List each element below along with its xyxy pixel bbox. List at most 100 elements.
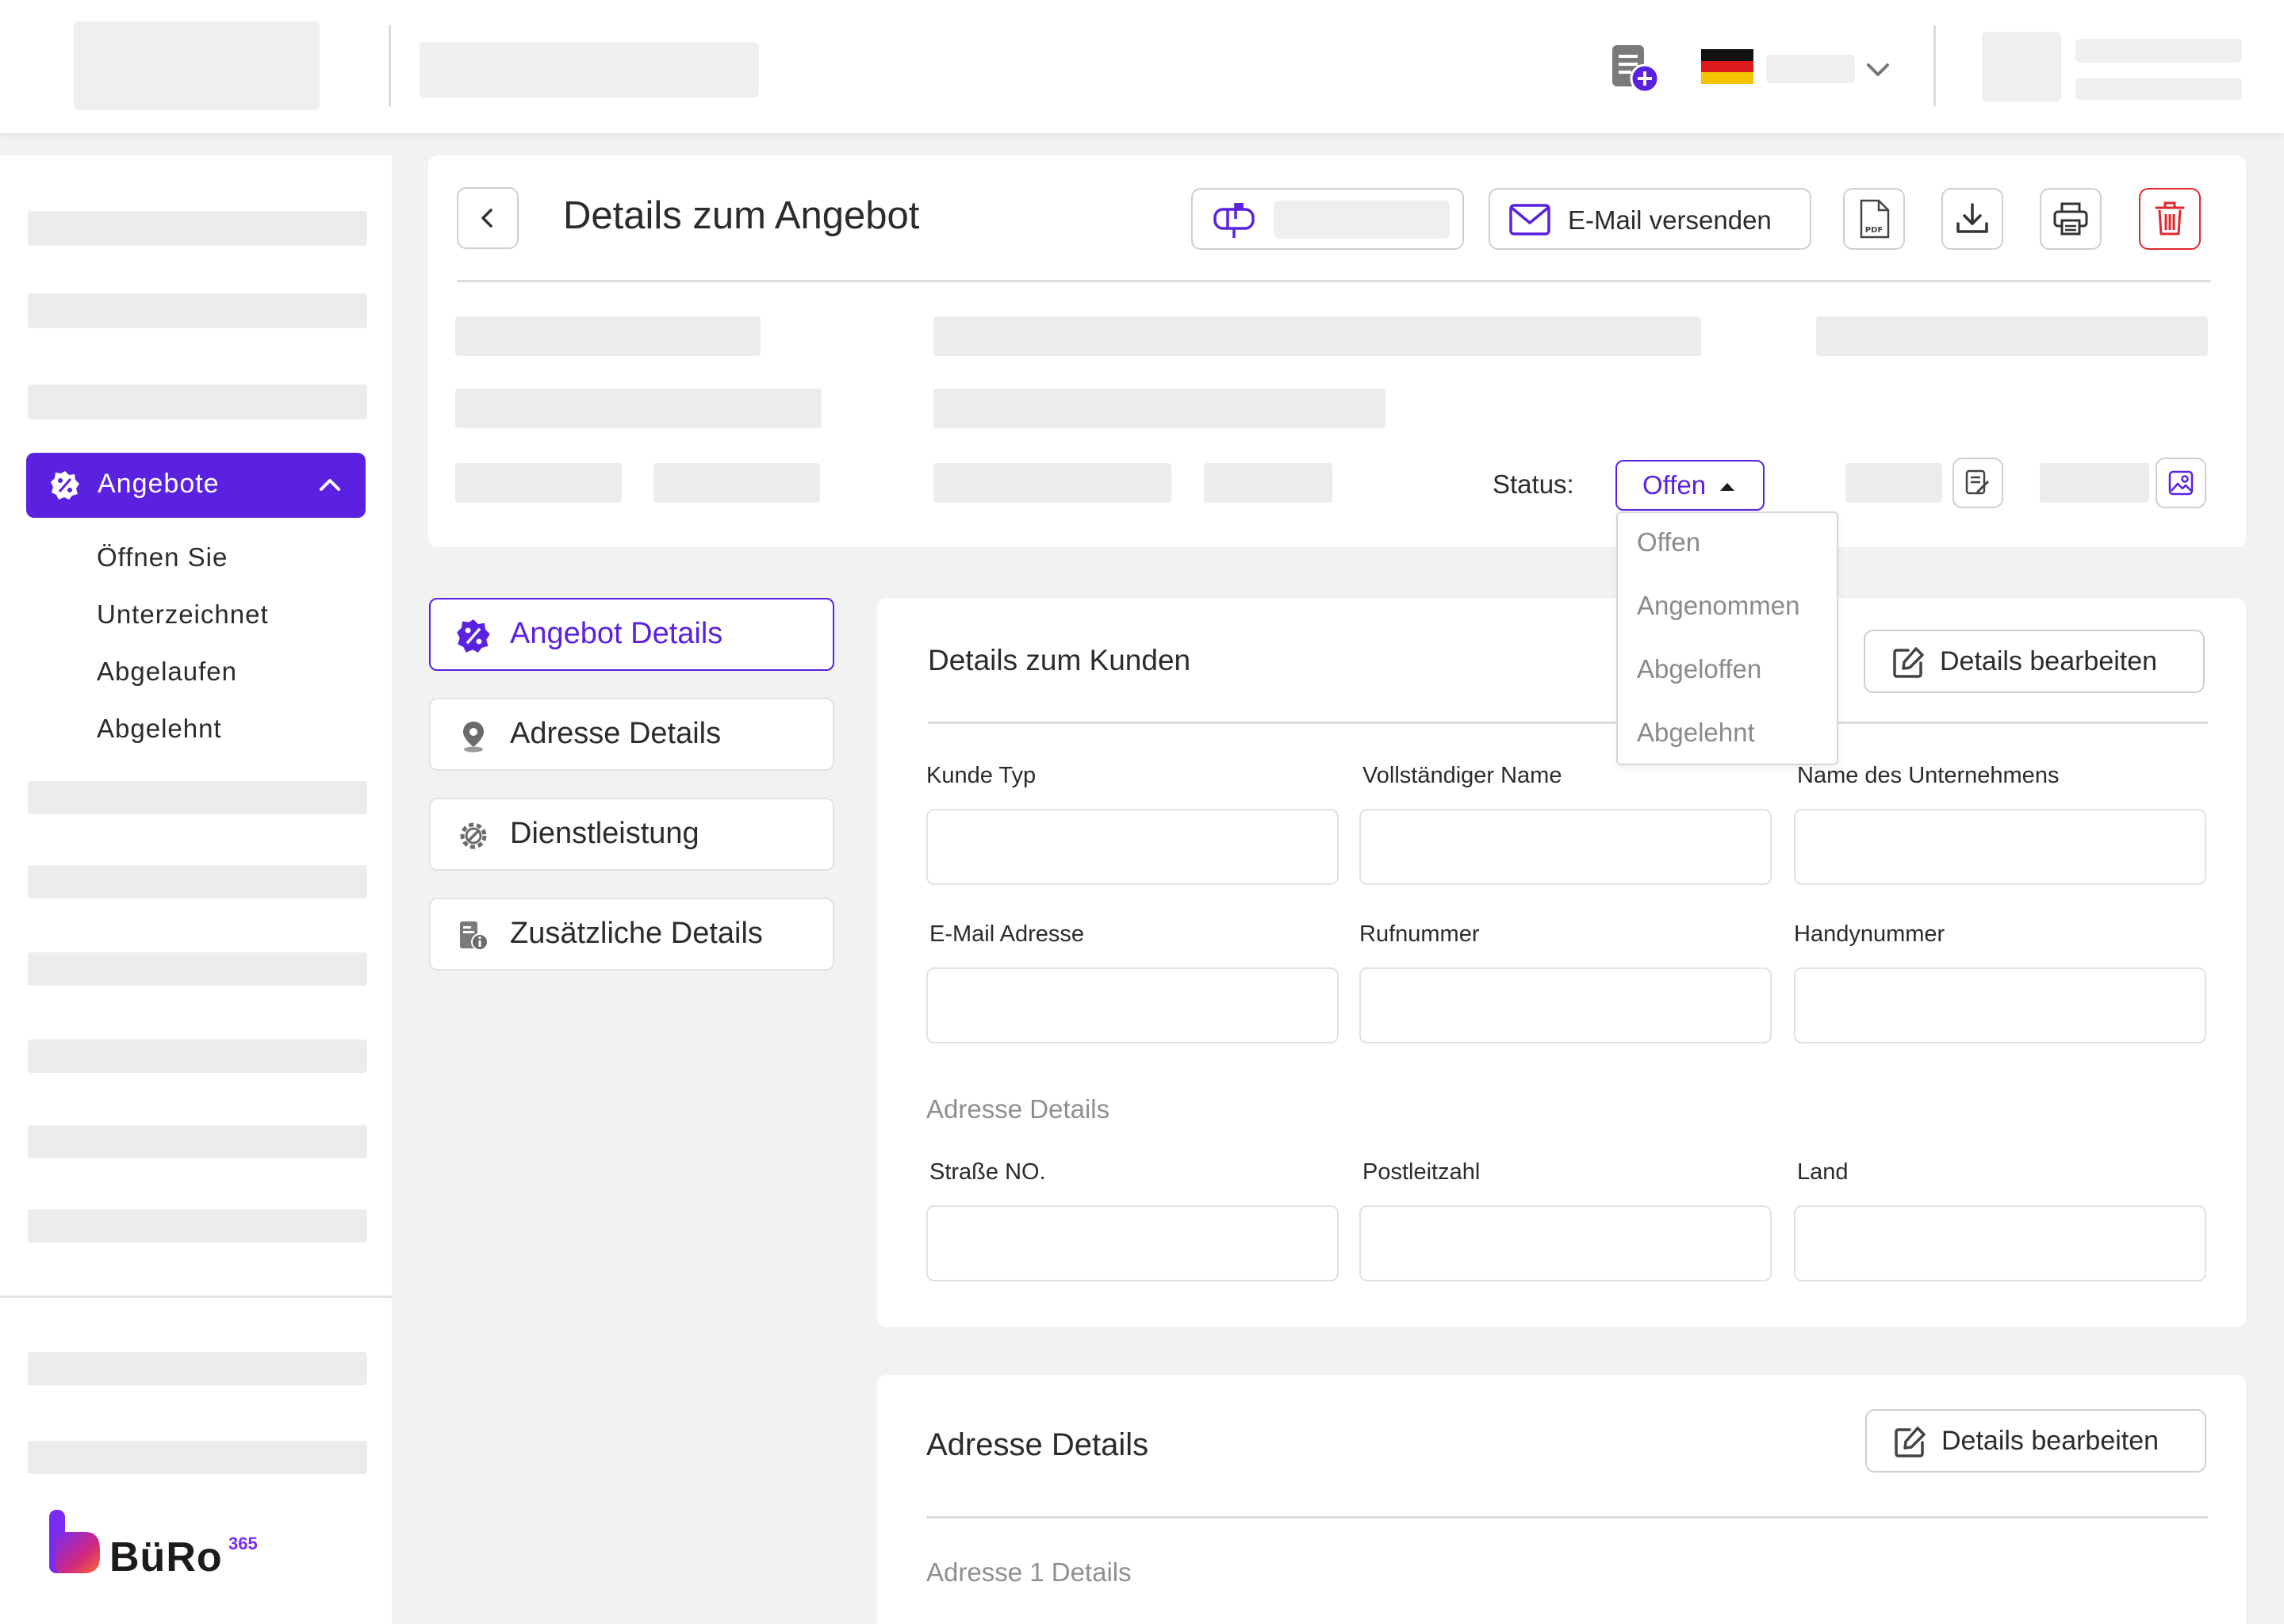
sidebar-item[interactable] [28, 1352, 367, 1385]
street-field[interactable] [926, 1205, 1339, 1281]
avatar[interactable] [1982, 32, 2061, 102]
logo-text: BüRo [109, 1534, 223, 1580]
field-label: Postleitzahl [1362, 1159, 1481, 1185]
location-pin-icon [463, 722, 484, 753]
field-label: Name des Unternehmens [1797, 763, 2060, 788]
sidebar-item[interactable] [28, 293, 367, 328]
tab-label: Dienstleistung [510, 817, 699, 850]
divider [389, 25, 391, 106]
pdf-button[interactable]: PDF [1843, 188, 1905, 250]
brand-placeholder [74, 21, 320, 110]
company-name-field[interactable] [1794, 809, 2206, 885]
country-field[interactable] [1794, 1205, 2206, 1281]
user-name-placeholder [2075, 39, 2242, 63]
address-card-title: Adresse Details [926, 1427, 1149, 1462]
status-option-open[interactable]: Offen [1637, 527, 1700, 557]
info-placeholder [1204, 463, 1332, 503]
status-select[interactable]: Offen [1615, 460, 1765, 511]
status-option-accepted[interactable]: Angenommen [1637, 591, 1799, 621]
sidebar-item[interactable] [28, 1441, 367, 1474]
address-section-label: Adresse Details [926, 1094, 1110, 1124]
chevron-down-icon[interactable] [1862, 54, 1894, 86]
status-dropdown-menu: Offen Angenommen Abgeloffen Abgelehnt [1616, 511, 1838, 765]
percent-badge-icon [457, 619, 490, 653]
de-flag-icon[interactable] [1701, 49, 1753, 84]
sidebar-subitem-rejected[interactable]: Abgelehnt [97, 714, 222, 744]
send-by-post-button[interactable] [1191, 188, 1464, 250]
logo: BüRo 365 [48, 1507, 286, 1586]
sidebar-subitem-open[interactable]: Öffnen Sie [97, 542, 228, 573]
info-placeholder [933, 389, 1385, 428]
sidebar-item[interactable] [28, 1040, 367, 1073]
envelope-icon [1509, 204, 1550, 236]
edit-icon [1893, 647, 1924, 678]
tab-label: Zusätzliche Details [510, 917, 763, 950]
edit-note-button[interactable] [1953, 458, 2003, 508]
info-placeholder [1816, 316, 2208, 356]
field-label: Land [1797, 1159, 1849, 1185]
tab-adresse-details[interactable]: Adresse Details [429, 698, 834, 771]
search-placeholder[interactable] [420, 42, 759, 98]
gear-wrench-icon [460, 822, 487, 849]
page-title: Details zum Angebot [563, 194, 920, 237]
sidebar-divider [0, 1296, 392, 1298]
info-placeholder [653, 463, 820, 503]
email-field[interactable] [926, 967, 1339, 1044]
top-bar [0, 0, 2284, 133]
svg-text:PDF: PDF [1865, 226, 1883, 235]
status-option-expired[interactable]: Abgeloffen [1637, 654, 1761, 684]
info-placeholder [455, 316, 761, 356]
sidebar-item[interactable] [28, 952, 367, 986]
divider [1933, 25, 1936, 106]
sidebar-item[interactable] [28, 385, 367, 419]
new-document-icon[interactable] [1608, 41, 1665, 98]
download-icon [1956, 203, 1988, 233]
field-label: E-Mail Adresse [929, 921, 1085, 947]
mailbox-icon [1213, 203, 1255, 238]
sidebar-item[interactable] [28, 781, 367, 814]
logo-mark-icon [49, 1510, 100, 1573]
info-placeholder [455, 463, 622, 503]
sidebar-item[interactable] [28, 1209, 367, 1243]
sidebar-subitem-signed[interactable]: Unterzeichnet [97, 599, 269, 630]
header-divider [457, 280, 2211, 282]
info-placeholder [2040, 463, 2149, 503]
card-divider [928, 722, 2208, 724]
tab-zusaetzliche-details[interactable]: Zusätzliche Details [429, 898, 834, 971]
printer-icon [2053, 202, 2088, 236]
print-button[interactable] [2040, 188, 2102, 250]
sidebar-item[interactable] [28, 1125, 367, 1159]
download-button[interactable] [1941, 188, 2003, 250]
send-email-button[interactable]: E-Mail versenden [1489, 188, 1811, 250]
back-button[interactable] [457, 187, 519, 249]
sidebar-item[interactable] [28, 865, 367, 898]
chevron-left-icon [481, 209, 492, 228]
note-edit-icon [1965, 469, 1990, 495]
trash-icon [2155, 201, 2185, 236]
postal-code-field[interactable] [1359, 1205, 1772, 1281]
delete-button[interactable] [2139, 188, 2201, 250]
edit-address-button[interactable]: Details bearbeiten [1865, 1409, 2206, 1473]
caret-up-icon [1720, 483, 1734, 491]
sidebar-subitem-expired[interactable]: Abgelaufen [97, 657, 237, 687]
full-name-field[interactable] [1359, 809, 1772, 885]
phone-field[interactable] [1359, 967, 1772, 1044]
chevron-up-icon[interactable] [316, 472, 343, 499]
sidebar-item[interactable] [28, 211, 367, 246]
field-label: Vollständiger Name [1362, 763, 1562, 788]
language-placeholder[interactable] [1766, 55, 1855, 83]
tab-dienstleistung[interactable]: Dienstleistung [429, 798, 834, 871]
info-placeholder [933, 316, 1701, 356]
sidebar-item-angebote[interactable]: Angebote [26, 453, 366, 518]
info-placeholder [1845, 463, 1942, 503]
sidebar-item-label: Angebote [98, 469, 220, 499]
pdf-file-icon: PDF [1860, 199, 1890, 239]
image-button[interactable] [2156, 458, 2206, 508]
status-option-rejected[interactable]: Abgelehnt [1637, 718, 1755, 748]
percent-badge-icon [50, 470, 80, 500]
tab-angebot-details[interactable]: Angebot Details [429, 598, 834, 671]
info-placeholder [455, 389, 822, 428]
customer-type-field[interactable] [926, 809, 1339, 885]
edit-customer-button[interactable]: Details bearbeiten [1864, 630, 2205, 693]
mobile-field[interactable] [1794, 967, 2206, 1044]
